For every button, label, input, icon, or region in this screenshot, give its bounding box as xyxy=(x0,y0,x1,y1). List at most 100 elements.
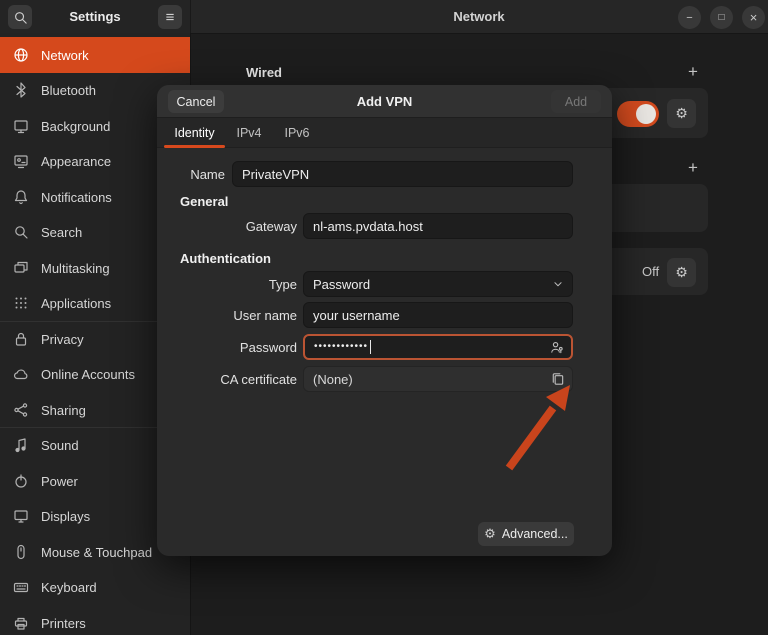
cancel-button[interactable]: Cancel xyxy=(168,90,224,113)
chevron-down-icon xyxy=(551,277,565,291)
wired-section-heading: Wired xyxy=(246,65,282,80)
windows-icon xyxy=(13,260,29,276)
gateway-label: Gateway xyxy=(157,213,297,239)
gear-icon: ⚙ xyxy=(484,527,496,542)
sidebar-item-label: Online Accounts xyxy=(41,367,135,382)
keyboard-icon xyxy=(13,579,29,595)
name-label: Name xyxy=(157,161,225,187)
tab-ipv4[interactable]: IPv4 xyxy=(230,118,268,148)
maximize-icon: □ xyxy=(718,12,724,23)
sidebar-item-label: Search xyxy=(41,225,82,240)
appearance-icon xyxy=(13,153,29,169)
sidebar-item-label: Network xyxy=(41,48,89,63)
sidebar-item-label: Appearance xyxy=(41,154,111,169)
add-label: Add xyxy=(565,95,587,109)
password-key-icon[interactable] xyxy=(549,340,564,355)
gateway-input[interactable]: nl-ams.pvdata.host xyxy=(303,213,573,239)
password-masked-value: •••••••••••• xyxy=(314,334,368,360)
type-value: Password xyxy=(313,277,370,292)
cancel-label: Cancel xyxy=(177,95,216,109)
magnifier-icon xyxy=(13,224,29,240)
tab-ipv6[interactable]: IPv6 xyxy=(278,118,316,148)
sidebar-item-label: Applications xyxy=(41,296,111,311)
type-label: Type xyxy=(157,271,297,297)
proxy-status: Off xyxy=(642,264,659,279)
tab-label: IPv4 xyxy=(236,126,261,140)
proxy-settings-button[interactable]: ⚙ xyxy=(667,258,696,287)
cloud-icon xyxy=(13,366,29,382)
file-picker-icon[interactable] xyxy=(550,372,565,387)
active-tab-underline xyxy=(164,145,225,148)
username-input[interactable]: your username xyxy=(303,302,573,328)
gear-icon: ⚙ xyxy=(675,106,688,122)
ca-certificate-value: (None) xyxy=(313,372,353,387)
tab-label: Identity xyxy=(174,126,214,140)
text-caret xyxy=(370,340,371,354)
close-button[interactable]: × xyxy=(742,6,765,29)
advanced-label: Advanced... xyxy=(502,527,568,541)
sidebar-item-label: Background xyxy=(41,119,110,134)
add-vpn-dialog: Cancel Add VPN Add Identity IPv4 IPv6 Na… xyxy=(157,85,612,556)
sidebar-item-label: Bluetooth xyxy=(41,83,96,98)
sidebar-item-label: Power xyxy=(41,474,78,489)
sidebar-item-label: Notifications xyxy=(41,190,112,205)
username-label: User name xyxy=(157,302,297,328)
mouse-icon xyxy=(13,544,29,560)
authentication-heading: Authentication xyxy=(180,251,271,266)
sidebar-item-label: Displays xyxy=(41,509,90,524)
wired-settings-button[interactable]: ⚙ xyxy=(667,99,696,128)
display-icon xyxy=(13,508,29,524)
advanced-button[interactable]: ⚙ Advanced... xyxy=(478,522,574,546)
ca-certificate-chooser[interactable]: (None) xyxy=(303,366,573,392)
minimize-icon: − xyxy=(686,12,692,24)
sidebar-item-network[interactable]: Network xyxy=(0,37,190,73)
power-icon xyxy=(13,473,29,489)
sidebar-item-label: Privacy xyxy=(41,332,84,347)
bell-icon xyxy=(13,189,29,205)
password-label: Password xyxy=(157,334,297,360)
tab-label: IPv6 xyxy=(284,126,309,140)
settings-window: Settings ≡ Network − □ × Network Bluetoo… xyxy=(0,0,768,635)
headerbar: Settings ≡ Network − □ × xyxy=(0,0,768,34)
general-heading: General xyxy=(180,194,228,209)
grid-icon xyxy=(13,295,29,311)
plus-icon: + xyxy=(688,158,698,178)
sidebar-item-label: Printers xyxy=(41,616,86,631)
printer-icon xyxy=(13,615,29,631)
sidebar-item-keyboard[interactable]: Keyboard xyxy=(0,569,190,605)
sidebar-item-label: Sharing xyxy=(41,403,86,418)
name-value: PrivateVPN xyxy=(242,167,309,182)
password-input[interactable]: •••••••••••• xyxy=(303,334,573,360)
sidebar-item-printers[interactable]: Printers xyxy=(0,605,190,635)
gear-icon: ⚙ xyxy=(675,265,688,281)
dialog-header xyxy=(157,85,612,118)
share-icon xyxy=(13,402,29,418)
sidebar-item-label: Keyboard xyxy=(41,580,97,595)
hamburger-menu-button[interactable]: ≡ xyxy=(158,5,182,29)
sidebar-item-label: Mouse & Touchpad xyxy=(41,545,152,560)
plus-icon: + xyxy=(688,62,698,82)
globe-icon xyxy=(13,47,29,63)
ca-certificate-label: CA certificate xyxy=(157,366,297,392)
search-icon xyxy=(13,10,28,25)
lock-icon xyxy=(13,331,29,347)
close-icon: × xyxy=(750,10,758,25)
minimize-button[interactable]: − xyxy=(678,6,701,29)
tab-identity[interactable]: Identity xyxy=(164,118,225,148)
sidebar-item-label: Sound xyxy=(41,438,79,453)
gateway-value: nl-ams.pvdata.host xyxy=(313,219,423,234)
add-vpn-button[interactable]: + xyxy=(682,157,704,179)
maximize-button[interactable]: □ xyxy=(710,6,733,29)
type-select[interactable]: Password xyxy=(303,271,573,297)
bluetooth-icon xyxy=(13,82,29,98)
search-button[interactable] xyxy=(8,5,32,29)
username-value: your username xyxy=(313,308,400,323)
wired-toggle[interactable] xyxy=(617,101,659,127)
name-input[interactable]: PrivateVPN xyxy=(232,161,573,187)
add-button[interactable]: Add xyxy=(551,90,601,113)
hamburger-icon: ≡ xyxy=(166,9,175,26)
add-wired-button[interactable]: + xyxy=(682,61,704,83)
background-icon xyxy=(13,118,29,134)
toggle-knob xyxy=(636,104,656,124)
sidebar-item-label: Multitasking xyxy=(41,261,110,276)
